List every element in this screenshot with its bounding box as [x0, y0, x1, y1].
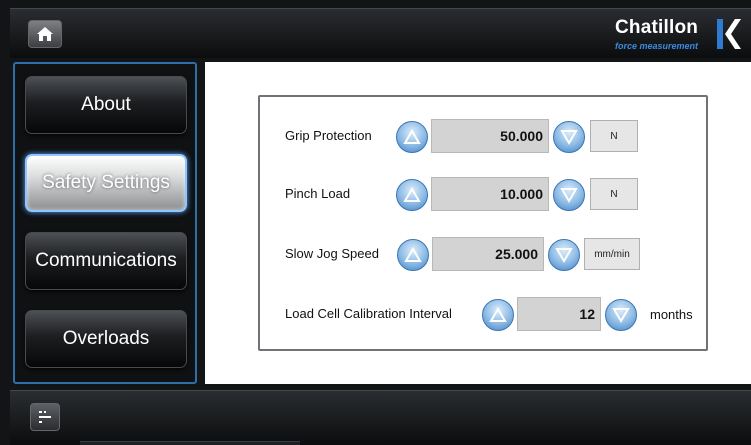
pinch-load-row: Pinch Load 10.000 N	[260, 177, 706, 213]
slow-jog-speed-label: Slow Jog Speed	[285, 246, 379, 261]
brand-logo: Chatillon force measurement	[615, 15, 745, 53]
main-content: Grip Protection 50.000 N Pinch Load 10.0…	[205, 62, 751, 384]
home-button[interactable]	[28, 20, 62, 48]
bottom-bar	[10, 390, 751, 445]
triangle-up-icon	[403, 129, 421, 144]
pinch-load-value-text: 10.000	[500, 186, 543, 202]
grip-protection-value[interactable]: 50.000	[431, 119, 549, 153]
triangle-down-icon	[560, 188, 578, 203]
sidebar-item-safety-settings[interactable]: Safety Settings	[25, 154, 187, 212]
sidebar-item-about[interactable]: About	[25, 76, 187, 134]
calibration-interval-value-text: 12	[579, 306, 595, 322]
calibration-interval-decrease-button[interactable]	[605, 299, 637, 331]
triangle-up-icon	[403, 187, 421, 202]
grip-protection-decrease-button[interactable]	[553, 121, 585, 153]
home-icon	[37, 27, 53, 41]
sidebar-item-label: About	[81, 94, 131, 115]
triangle-up-icon	[404, 247, 422, 262]
grip-protection-unit-button[interactable]: N	[590, 120, 638, 152]
grip-protection-row: Grip Protection 50.000 N	[260, 119, 706, 155]
slow-jog-speed-increase-button[interactable]	[397, 239, 429, 271]
sidebar-item-label: Safety Settings	[42, 172, 170, 193]
grip-protection-label: Grip Protection	[285, 128, 372, 143]
scroll-strip	[80, 441, 300, 445]
list-menu-button[interactable]	[30, 403, 60, 431]
slow-jog-speed-row: Slow Jog Speed 25.000 mm/min	[260, 237, 706, 273]
brand-name: Chatillon	[615, 17, 699, 38]
brand-tagline: force measurement	[615, 41, 699, 51]
list-menu-icon	[39, 411, 51, 423]
calibration-interval-unit: months	[650, 307, 693, 322]
settings-sidebar: About Safety Settings Communications Ove…	[13, 62, 197, 384]
calibration-interval-increase-button[interactable]	[482, 299, 514, 331]
pinch-load-value[interactable]: 10.000	[431, 177, 549, 211]
triangle-down-icon	[560, 130, 578, 145]
calibration-interval-row: Load Cell Calibration Interval 12 months	[260, 297, 706, 333]
chatillon-logo-mark-icon	[717, 19, 741, 49]
slow-jog-speed-value-text: 25.000	[495, 246, 538, 262]
pinch-load-unit-button[interactable]: N	[590, 178, 638, 210]
triangle-down-icon	[612, 308, 630, 323]
slow-jog-speed-unit: mm/min	[594, 248, 630, 260]
triangle-up-icon	[489, 307, 507, 322]
grip-protection-unit: N	[610, 130, 618, 142]
slow-jog-speed-decrease-button[interactable]	[548, 239, 580, 271]
pinch-load-label: Pinch Load	[285, 186, 351, 201]
sidebar-item-overloads[interactable]: Overloads	[25, 310, 187, 368]
grip-protection-value-text: 50.000	[500, 128, 543, 144]
pinch-load-decrease-button[interactable]	[553, 179, 585, 211]
safety-settings-panel: Grip Protection 50.000 N Pinch Load 10.0…	[258, 95, 708, 351]
slow-jog-speed-unit-button[interactable]: mm/min	[584, 238, 640, 270]
sidebar-item-label: Overloads	[62, 328, 150, 349]
sidebar-item-communications[interactable]: Communications	[25, 232, 187, 290]
top-bar: Chatillon force measurement	[10, 8, 751, 58]
triangle-down-icon	[555, 248, 573, 263]
grip-protection-increase-button[interactable]	[396, 121, 428, 153]
calibration-interval-label: Load Cell Calibration Interval	[285, 306, 452, 321]
calibration-interval-value[interactable]: 12	[517, 297, 601, 331]
slow-jog-speed-value[interactable]: 25.000	[432, 237, 544, 271]
sidebar-item-label: Communications	[35, 250, 177, 271]
pinch-load-unit: N	[610, 188, 618, 200]
pinch-load-increase-button[interactable]	[396, 179, 428, 211]
